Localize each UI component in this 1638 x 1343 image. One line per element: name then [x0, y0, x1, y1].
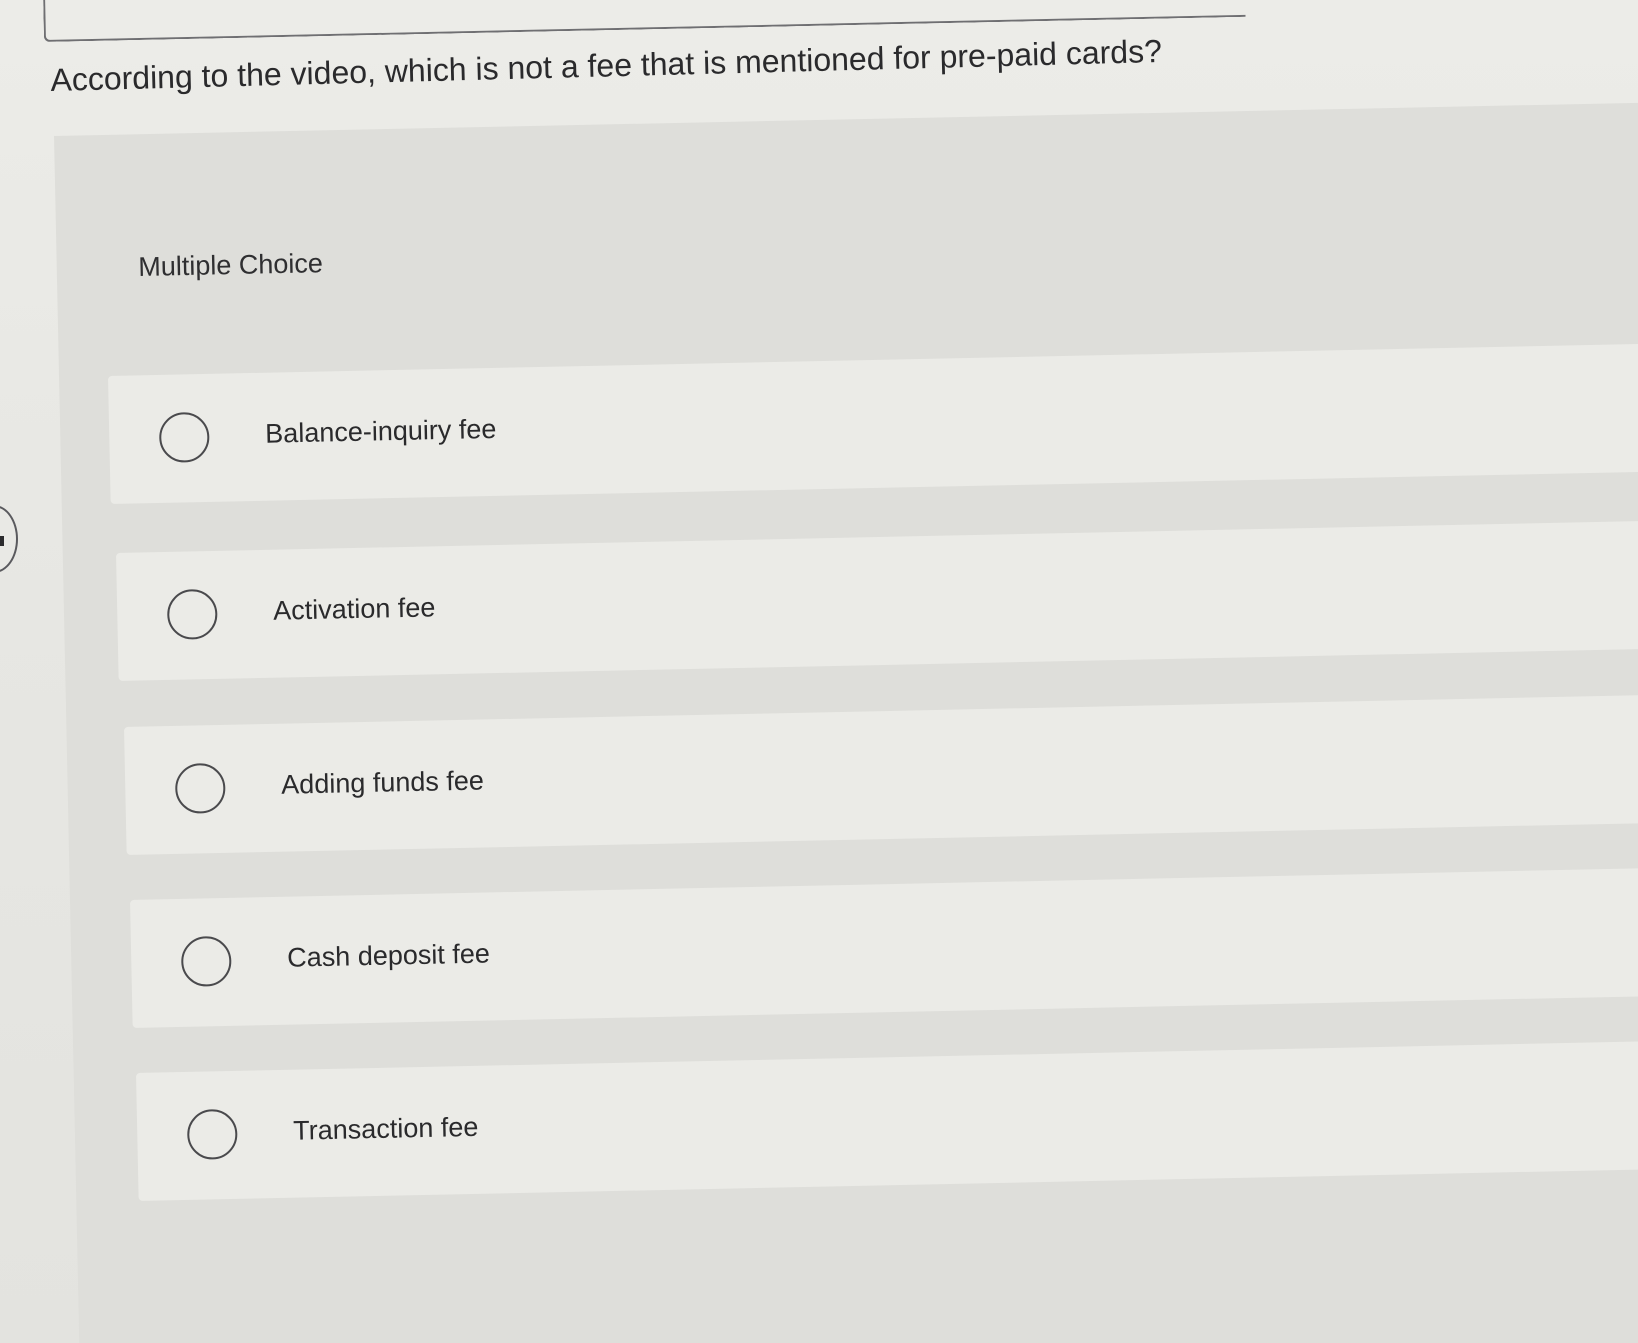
- radio-unselected-icon[interactable]: [166, 588, 218, 640]
- answer-option-label: Cash deposit fee: [286, 938, 491, 973]
- question-prompt: According to the video, which is not a f…: [50, 32, 1163, 98]
- answer-option-label: Balance-inquiry fee: [264, 413, 497, 449]
- question-type-label: Multiple Choice: [138, 248, 324, 282]
- quiz-page: According to the video, which is not a f…: [0, 0, 1638, 1343]
- radio-unselected-icon[interactable]: [180, 935, 232, 987]
- radio-unselected-icon[interactable]: [186, 1108, 238, 1160]
- side-tab-marker: [0, 536, 4, 546]
- radio-unselected-icon[interactable]: [174, 762, 226, 814]
- answer-option-label: Transaction fee: [292, 1111, 479, 1146]
- radio-unselected-icon[interactable]: [158, 411, 210, 463]
- answer-option-label: Activation fee: [272, 592, 436, 626]
- answer-option-label: Adding funds fee: [280, 765, 485, 800]
